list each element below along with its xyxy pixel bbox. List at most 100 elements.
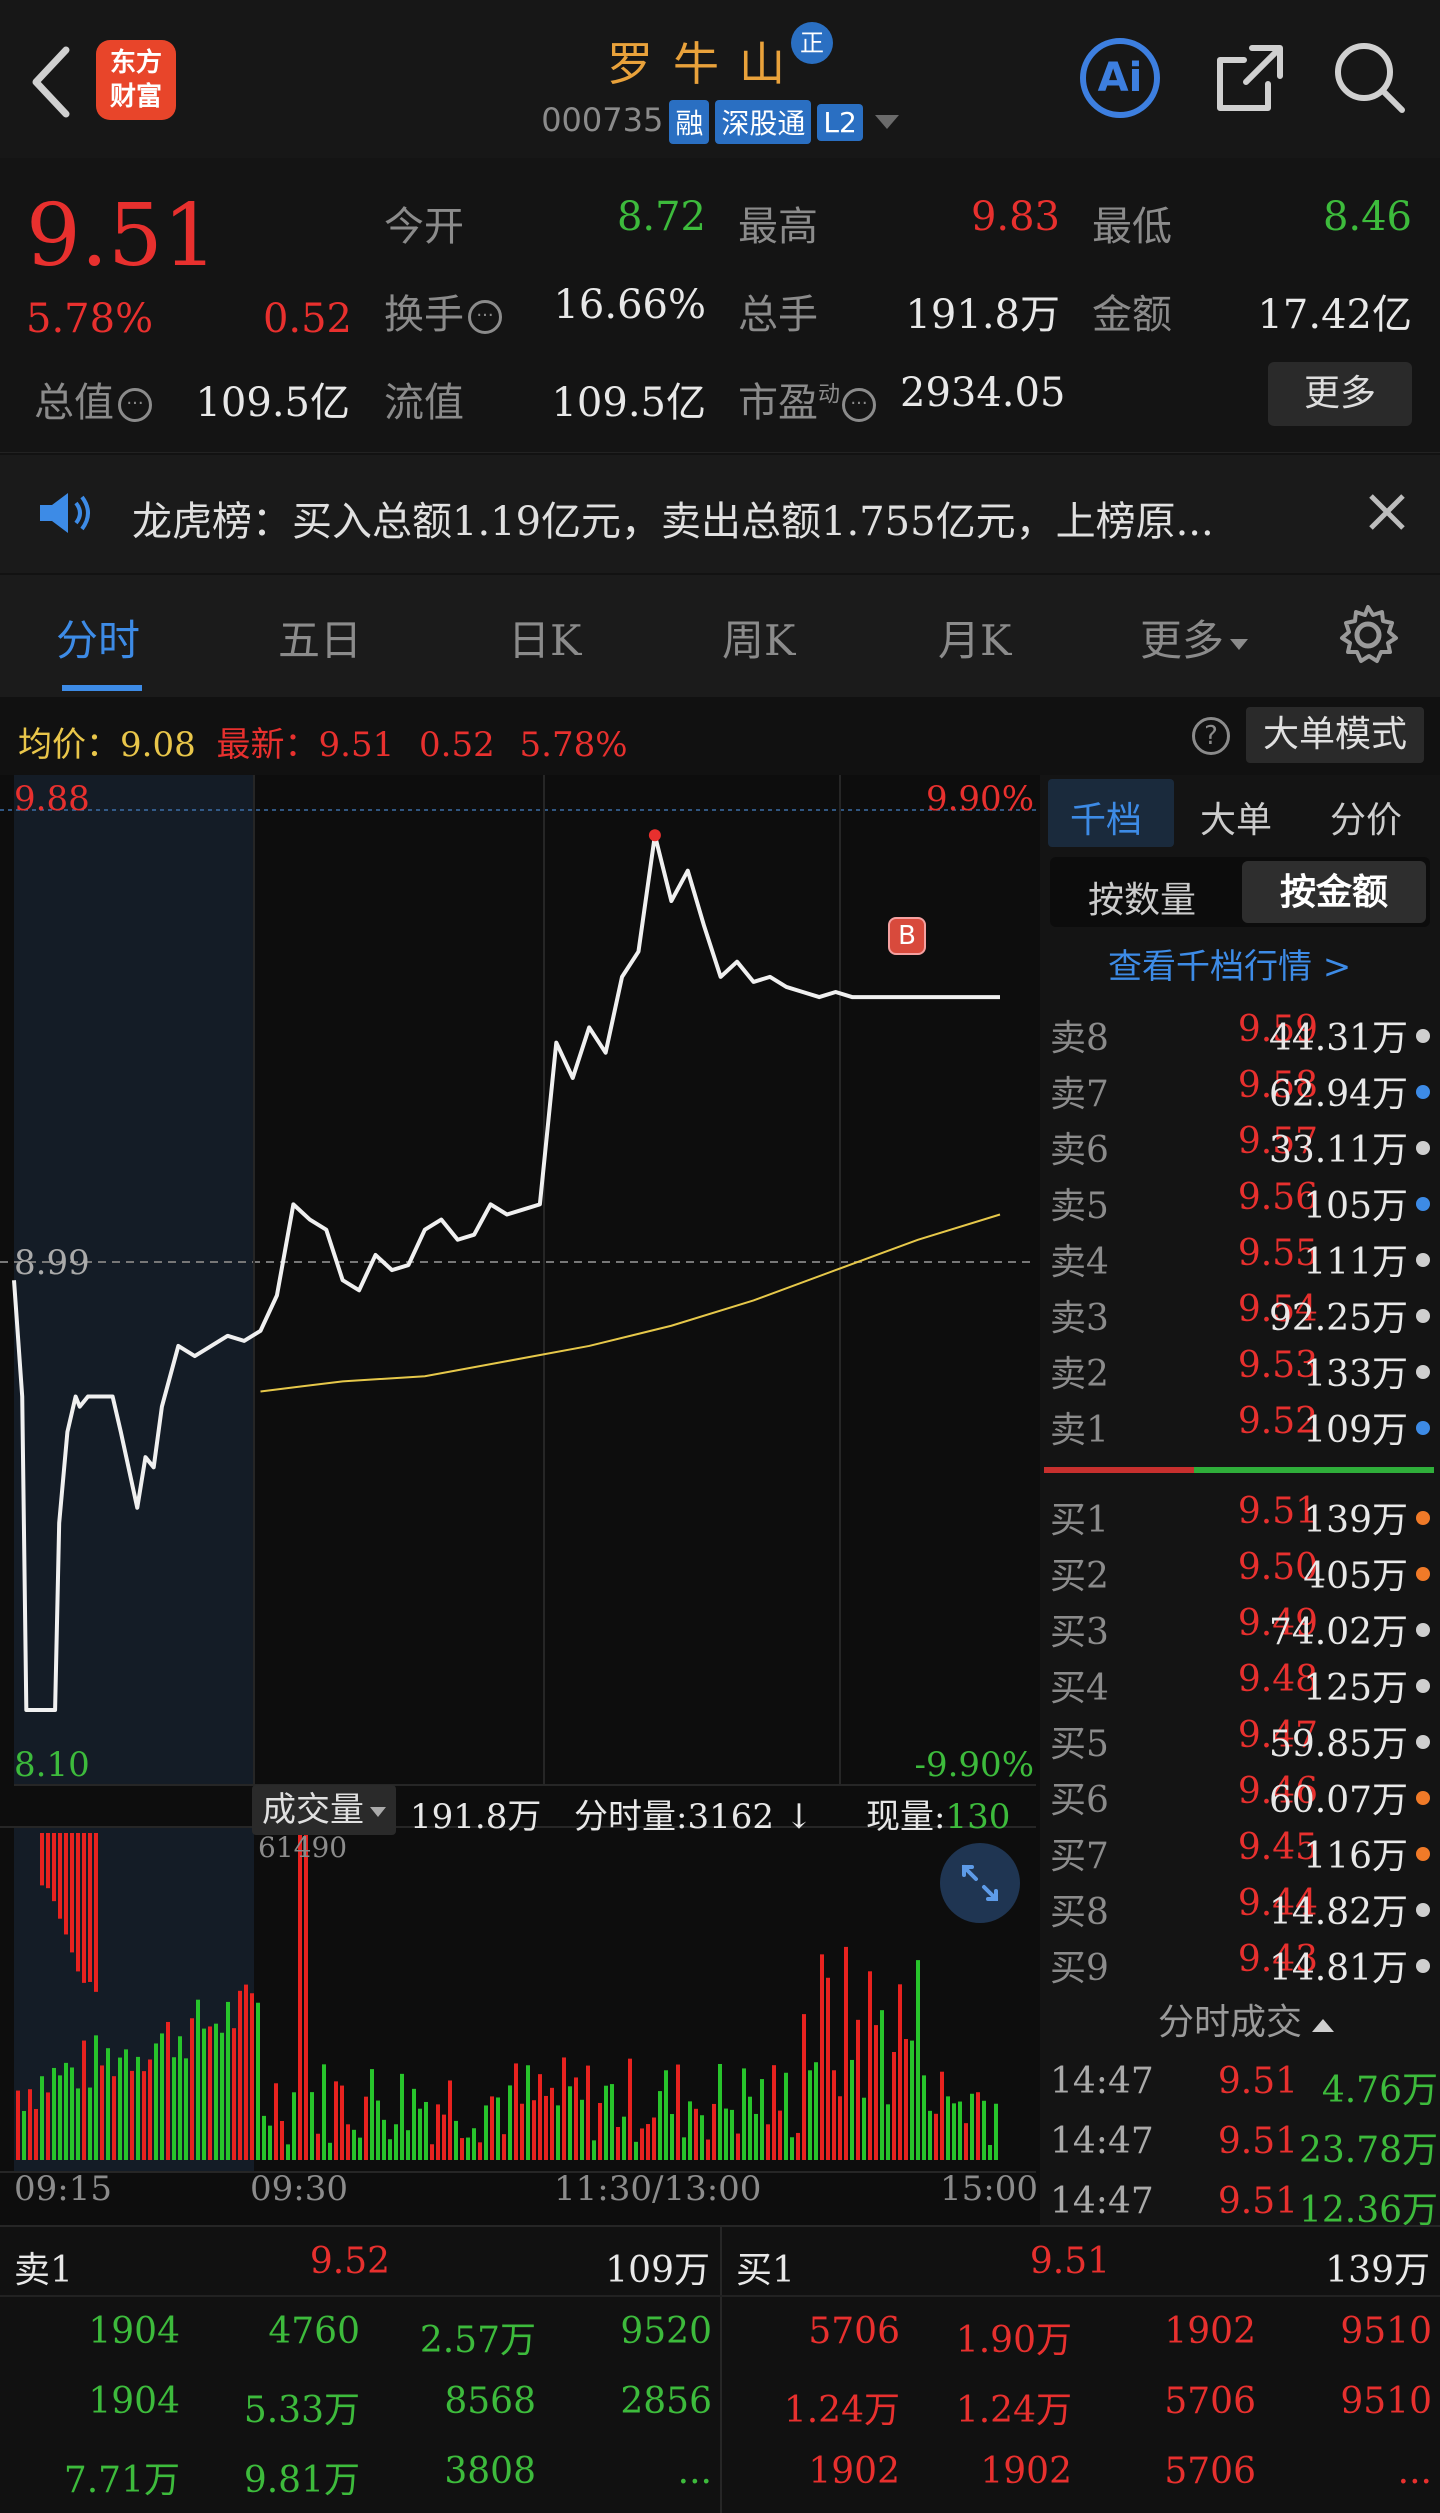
- stock-title: 罗牛山: [607, 37, 805, 91]
- volume-bar: [652, 2117, 656, 2160]
- ask-row[interactable]: 卖2 9.53 133万: [1048, 1345, 1438, 1401]
- tab-five-day[interactable]: 五日: [278, 607, 362, 668]
- ask-row[interactable]: 卖6 9.57 33.11万: [1048, 1121, 1438, 1177]
- info-icon[interactable]: ···: [842, 388, 877, 422]
- bid-row[interactable]: 买2 9.50 405万: [1048, 1547, 1438, 1603]
- high-label: 最高: [738, 204, 818, 250]
- volume-bar: [880, 2010, 884, 2160]
- order-dot-icon: [1416, 1029, 1430, 1043]
- tab-monthly-k[interactable]: 月K: [938, 607, 1011, 668]
- tag-connect: 深股通: [715, 100, 812, 144]
- volume-bar: [82, 2040, 86, 2160]
- tab-intraday[interactable]: 分时: [56, 607, 140, 668]
- ask-row[interactable]: 卖5 9.56 105万: [1048, 1177, 1438, 1233]
- mcap-label: 总值 ···: [34, 370, 152, 428]
- volume-bar: [526, 2065, 530, 2160]
- trade-time: 14:47: [1050, 2181, 1154, 2222]
- info-icon[interactable]: ···: [468, 300, 502, 334]
- search-icon[interactable]: [1332, 40, 1408, 116]
- bid-row[interactable]: 买7 9.45 116万: [1048, 1827, 1438, 1883]
- ask-row[interactable]: 卖1 9.52 109万: [1048, 1401, 1438, 1457]
- pe-label-text: 市盈: [738, 380, 818, 426]
- bid-row[interactable]: 买4 9.48 125万: [1048, 1659, 1438, 1715]
- bottom-sell-vol: 109万: [605, 2250, 710, 2291]
- volume-bar: [454, 2120, 458, 2160]
- settings-gear-icon[interactable]: [1336, 603, 1400, 667]
- tab-weekly-k[interactable]: 周K: [722, 607, 795, 668]
- volume-bar: [412, 2088, 416, 2160]
- volume-bar: [316, 2133, 320, 2160]
- volume-bar: [700, 2115, 704, 2160]
- volume-bar: [958, 2101, 962, 2160]
- expand-icon[interactable]: [940, 1843, 1020, 1923]
- notice-bar[interactable]: 龙虎榜：买入总额1.19亿元，卖出总额1.755亿元，上榜原...: [0, 455, 1440, 573]
- current-price: 9.51: [26, 186, 218, 286]
- volume-bar: [460, 2138, 464, 2160]
- volume-total: 191.8万: [410, 1797, 542, 1837]
- volume-bar: [148, 2059, 152, 2160]
- volume-bar: [400, 2073, 404, 2160]
- big-order-mode-button[interactable]: 大单模式: [1246, 707, 1424, 763]
- sell-queue-cell: 2.57万: [419, 2320, 536, 2361]
- notice-text[interactable]: 龙虎榜：买入总额1.19亿元，卖出总额1.755亿元，上榜原...: [132, 489, 1214, 547]
- buy-marker[interactable]: B: [888, 917, 926, 955]
- volume-bar: [292, 2092, 296, 2160]
- bid-row[interactable]: 买3 9.49 74.02万: [1048, 1603, 1438, 1659]
- close-icon[interactable]: [1366, 491, 1408, 533]
- volume-bar: [100, 2065, 104, 2160]
- bid-row[interactable]: 买1 9.51 139万: [1048, 1491, 1438, 1547]
- ask-volume: 111万: [1303, 1242, 1408, 1283]
- more-button[interactable]: 更多: [1268, 362, 1412, 426]
- ask-row[interactable]: 卖3 9.54 92.25万: [1048, 1289, 1438, 1345]
- ask-level-label: 卖7: [1050, 1074, 1109, 1115]
- intraday-chart[interactable]: 9.88 8.99 8.10 9.90% -9.90% B 成交量 191.8万…: [0, 775, 1040, 2225]
- help-icon[interactable]: ?: [1192, 717, 1230, 755]
- book-tab-byprice[interactable]: 分价: [1330, 791, 1402, 843]
- bid-row[interactable]: 买6 9.46 60.07万: [1048, 1771, 1438, 1827]
- ask-volume: 62.94万: [1268, 1074, 1408, 1115]
- book-tab-bigorder[interactable]: 大单: [1200, 791, 1272, 843]
- volume-bar: [118, 2057, 122, 2160]
- bid-level-label: 买3: [1050, 1612, 1109, 1653]
- ask-row[interactable]: 卖8 9.59 44.31万: [1048, 1009, 1438, 1065]
- volume-bar: [424, 2101, 428, 2160]
- ask-row[interactable]: 卖4 9.55 111万: [1048, 1233, 1438, 1289]
- tab-more[interactable]: 更多: [1140, 607, 1249, 668]
- volume-bar: [256, 2002, 260, 2160]
- bid-volume: 405万: [1303, 1556, 1408, 1597]
- chart-svg[interactable]: [0, 775, 1040, 2225]
- dropdown-icon[interactable]: [874, 115, 899, 129]
- bottom-buy-label: 买1: [736, 2250, 795, 2291]
- info-icon[interactable]: ···: [118, 388, 152, 422]
- bid-row[interactable]: 买5 9.47 59.85万: [1048, 1715, 1438, 1771]
- time-open: 09:30: [250, 2169, 348, 2209]
- volume-bar: [250, 1993, 254, 2160]
- book-tab-depth[interactable]: 千档: [1070, 791, 1142, 843]
- volume-bar: [328, 2142, 332, 2160]
- ai-icon[interactable]: Ai: [1080, 38, 1160, 118]
- caret-up-icon: [1312, 2018, 1335, 2032]
- volume-menu[interactable]: 成交量: [252, 1785, 396, 1835]
- bid-volume: 125万: [1303, 1668, 1408, 1709]
- volume-bar: [496, 2097, 500, 2160]
- ask-row[interactable]: 卖7 9.58 62.94万: [1048, 1065, 1438, 1121]
- volume-bar: [28, 2089, 32, 2160]
- tab-daily-k[interactable]: 日K: [508, 607, 581, 668]
- subtab-by-quantity[interactable]: 按数量: [1088, 871, 1196, 923]
- bid-row[interactable]: 买9 9.43 14.81万: [1048, 1939, 1438, 1995]
- trades-header[interactable]: 分时成交: [1158, 1993, 1335, 2045]
- order-dot-icon: [1416, 1309, 1430, 1323]
- volume-now-label: 现量:: [866, 1797, 946, 1837]
- buy-queue-cell: ...: [1397, 2451, 1432, 2492]
- volume-bar: [844, 1946, 848, 2160]
- order-dot-icon: [1416, 1365, 1430, 1379]
- view-depth-link[interactable]: 查看千档行情 >: [1108, 939, 1351, 988]
- subtab-by-amount[interactable]: 按金额: [1242, 861, 1426, 923]
- ai-label: Ai: [1097, 55, 1143, 101]
- volume-bar: [940, 2071, 944, 2160]
- volume-bar: [604, 2085, 608, 2160]
- bid-row[interactable]: 买8 9.44 14.82万: [1048, 1883, 1438, 1939]
- trades-label: 分时成交: [1158, 2002, 1303, 2043]
- price-axis-top: 9.88: [14, 779, 90, 819]
- share-icon[interactable]: [1212, 40, 1288, 116]
